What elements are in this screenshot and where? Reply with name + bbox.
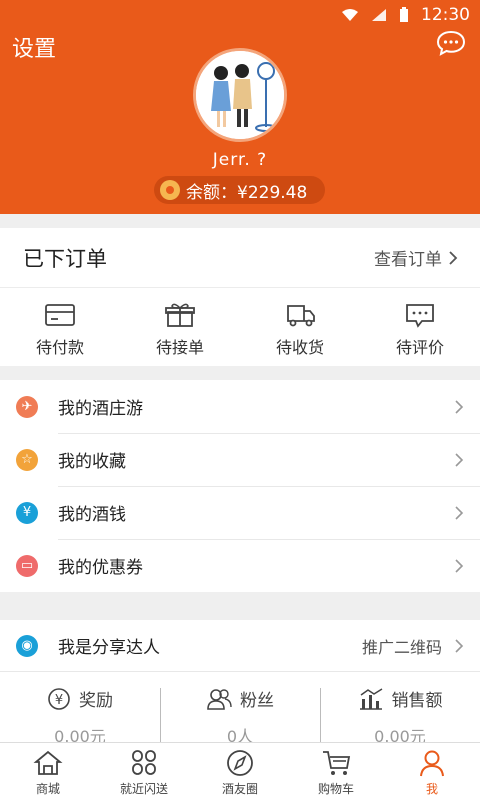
order-status-label: 待评价: [395, 338, 444, 357]
menu-item-winery-tour[interactable]: ✈ 我的酒庄游: [0, 380, 480, 433]
stat-sales[interactable]: 销售额 0.00元: [320, 672, 480, 750]
avatar[interactable]: [193, 48, 287, 142]
status-time: 12:30: [421, 5, 470, 25]
menu-item-label: 我的酒钱: [58, 505, 126, 525]
share-icon: ◉: [16, 634, 38, 657]
person-icon: [420, 750, 444, 777]
nav-tab-wine-friends[interactable]: 酒友圈: [192, 743, 288, 800]
star-icon: ☆: [16, 448, 38, 471]
nav-tab-label: 就近闪送: [119, 782, 168, 796]
profile-page: 12:30 设置 Jerr. ? 余额：¥229.48 已下订单 查看订单 待付…: [0, 0, 480, 800]
menu-item-label: 我的优惠券: [58, 558, 143, 578]
cart-icon: [323, 751, 351, 775]
nav-tab-me[interactable]: 我: [384, 743, 480, 800]
tour-icon: ✈: [16, 395, 38, 418]
order-status-pending-receive[interactable]: 待收货: [240, 288, 360, 366]
share-stats: ¥ 奖励 0.00元 粉丝 0人 销售额 0.00元: [0, 672, 480, 750]
balance-text: 余额：¥229.48: [186, 182, 308, 203]
chat-icon[interactable]: [436, 30, 466, 56]
stat-header: ¥ 奖励: [47, 686, 113, 711]
nav-tab-label: 我: [425, 782, 438, 796]
battery-icon: [400, 7, 408, 22]
status-bar: 12:30: [0, 0, 480, 30]
orders-header: 已下订单 查看订单: [0, 228, 480, 288]
order-status-label: 待收货: [275, 338, 324, 357]
menu-item-label: 我的酒庄游: [58, 399, 143, 419]
nav-tab-mall[interactable]: 商城: [0, 743, 96, 800]
stat-fans[interactable]: 粉丝 0人: [160, 672, 320, 750]
nav-tab-nearby-delivery[interactable]: 就近闪送: [96, 743, 192, 800]
chevron-right-icon: [449, 250, 458, 265]
view-orders-link[interactable]: 查看订单: [374, 245, 458, 270]
signal-icon: [372, 9, 386, 21]
yen-icon: ¥: [16, 501, 38, 524]
people-icon: [207, 688, 232, 710]
chevron-right-icon: [455, 452, 464, 467]
menu-item-wallet[interactable]: ¥ 我的酒钱: [0, 486, 480, 539]
orders-card: 已下订单 查看订单 待付款 待接单 待收货 待评价: [0, 228, 480, 366]
comment-icon: [406, 304, 434, 328]
orders-title: 已下订单: [23, 246, 107, 271]
chevron-right-icon: [455, 505, 464, 520]
share-section: ◉ 我是分享达人 推广二维码 ¥ 奖励 0.00元 粉丝 0人 销售额 0.00…: [0, 620, 480, 750]
avatar-illustration: [196, 51, 284, 139]
order-status-pending-accept[interactable]: 待接单: [120, 288, 240, 366]
stat-reward[interactable]: ¥ 奖励 0.00元: [0, 672, 160, 750]
balance-badge[interactable]: 余额：¥229.48: [154, 176, 325, 204]
grid-icon: [132, 750, 156, 775]
promo-qr-link[interactable]: 推广二维码: [362, 634, 442, 658]
svg-text:¥: ¥: [55, 693, 63, 708]
menu-list: ✈ 我的酒庄游 ☆ 我的收藏 ¥ 我的酒钱 ▭ 我的优惠券: [0, 380, 480, 592]
bottom-nav: 商城 就近闪送 酒友圈 购物车 我: [0, 742, 480, 800]
order-status-pending-payment[interactable]: 待付款: [0, 288, 120, 366]
menu-item-label: 我的收藏: [58, 452, 126, 472]
nav-tab-cart[interactable]: 购物车: [288, 743, 384, 800]
stat-header: 销售额: [358, 686, 443, 711]
username: Jerr. ?: [212, 150, 268, 170]
profile-header: 12:30 设置 Jerr. ? 余额：¥229.48: [0, 0, 480, 214]
order-status-label: 待付款: [35, 338, 84, 357]
compass-icon: [227, 750, 253, 776]
menu-item-coupons[interactable]: ▭ 我的优惠券: [0, 539, 480, 592]
view-orders-label: 查看订单: [374, 250, 442, 270]
order-status-pending-review[interactable]: 待评价: [360, 288, 480, 366]
nav-tab-label: 购物车: [317, 782, 354, 796]
coin-icon: [160, 180, 180, 200]
nav-tab-label: 商城: [35, 782, 60, 796]
nav-tab-label: 酒友圈: [221, 782, 258, 796]
chevron-right-icon: [455, 558, 464, 573]
stat-label: 销售额: [391, 691, 443, 711]
chevron-right-icon: [455, 638, 464, 653]
bar-chart-icon: [359, 687, 382, 710]
order-status-row: 待付款 待接单 待收货 待评价: [0, 288, 480, 366]
coupon-icon: ▭: [16, 554, 38, 577]
yen-circle-icon: ¥: [48, 687, 70, 710]
stat-label: 粉丝: [240, 691, 274, 711]
card-icon: [45, 304, 75, 326]
gift-icon: [165, 303, 195, 327]
menu-item-favorites[interactable]: ☆ 我的收藏: [0, 433, 480, 486]
stat-header: 粉丝: [206, 686, 274, 711]
share-title: 我是分享达人: [58, 638, 160, 658]
truck-icon: [287, 305, 315, 327]
order-status-label: 待接单: [155, 338, 204, 357]
home-icon: [33, 750, 63, 775]
chevron-right-icon: [455, 399, 464, 414]
settings-link[interactable]: 设置: [12, 31, 56, 63]
stat-label: 奖励: [79, 691, 113, 711]
share-header[interactable]: ◉ 我是分享达人 推广二维码: [0, 620, 480, 672]
wifi-icon: [342, 9, 358, 21]
